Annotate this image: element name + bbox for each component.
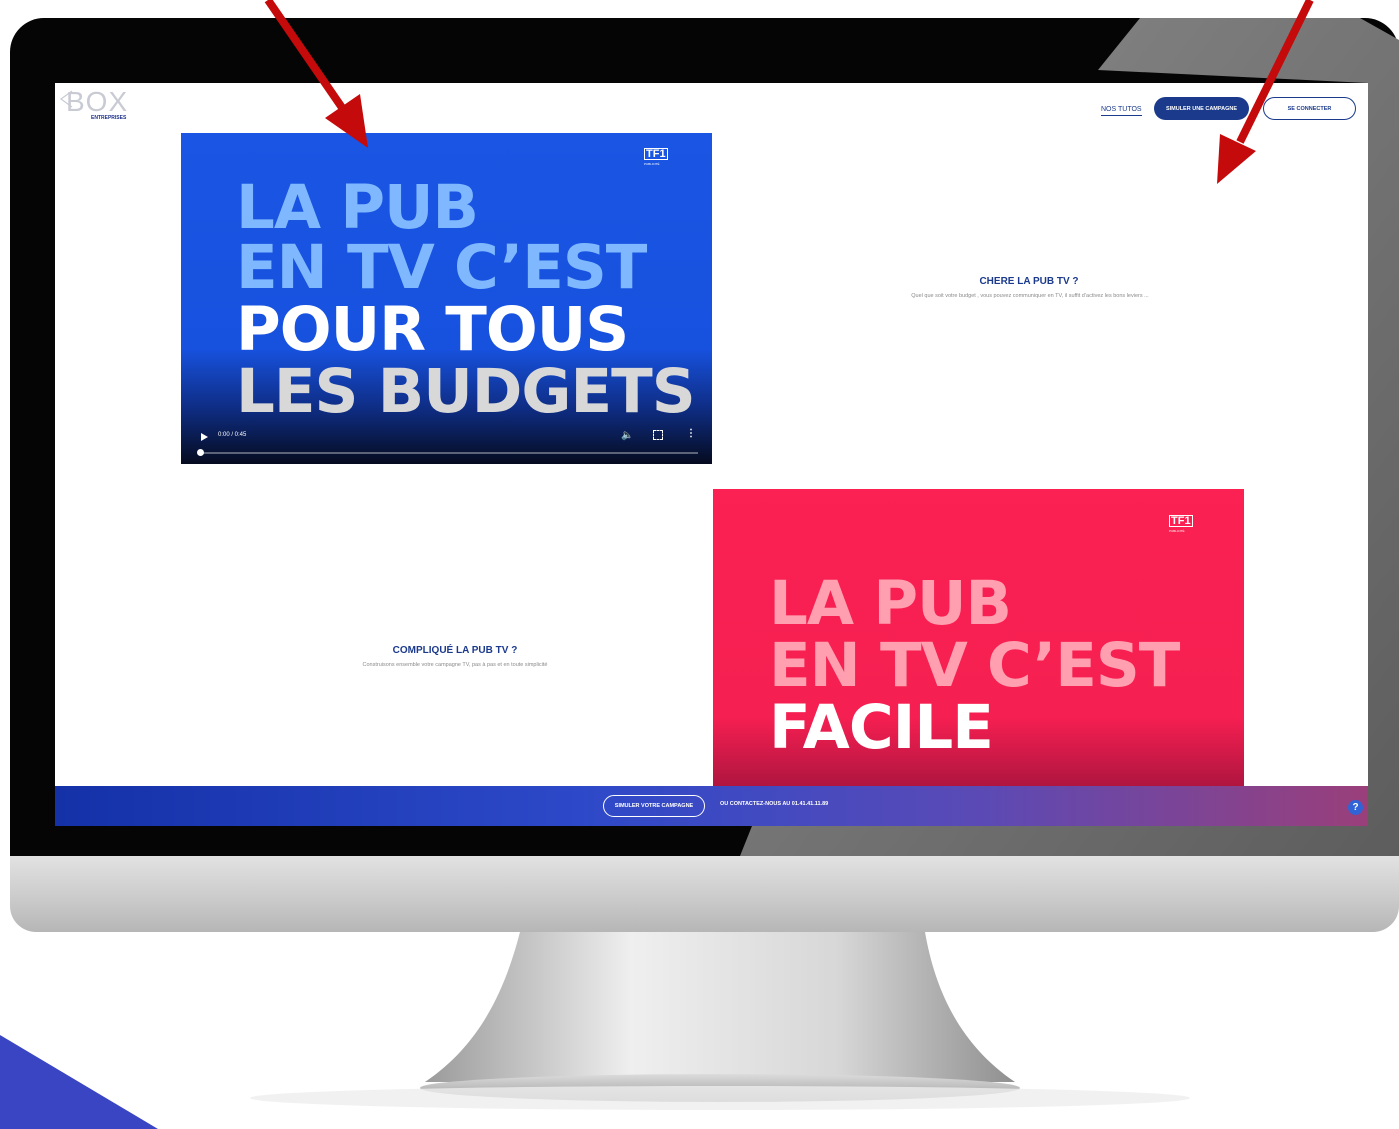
tf1-logo-subtitle: PUBLICITÉ bbox=[644, 162, 660, 166]
monitor-chin bbox=[10, 856, 1399, 932]
video1-line2: EN TV C’EST bbox=[236, 232, 647, 303]
help-icon[interactable]: ? bbox=[1348, 800, 1363, 815]
footer-contact-text: OU CONTACTEZ-NOUS AU 01.41.41.11.89 bbox=[720, 801, 829, 807]
video-player-facile[interactable]: TF1 PUBLICITÉ LA PUB EN TV C’EST FACILE bbox=[713, 489, 1244, 826]
corner-decoration bbox=[0, 1035, 158, 1129]
nav-tutos-link[interactable]: NOS TUTOS bbox=[1101, 106, 1142, 116]
tf1-logo-text: TF1 bbox=[644, 148, 668, 160]
video-player-budgets[interactable]: TF1 PUBLICITÉ LA PUB EN TV C’EST POUR TO… bbox=[181, 133, 712, 464]
section-complique-title: COMPLIQUÉ LA PUB TV ? bbox=[392, 645, 518, 656]
video-progress-knob[interactable] bbox=[197, 449, 204, 456]
logo-text: BOX bbox=[66, 86, 129, 117]
tf1-logo-text: TF1 bbox=[1169, 515, 1193, 527]
section-chere-description: Quel que soit votre budget , vous pouvez… bbox=[911, 293, 1149, 299]
video1-line1: LA PUB bbox=[236, 172, 479, 243]
video1-line4: LES BUDGETS bbox=[236, 356, 696, 427]
more-options-icon[interactable]: ⋮ bbox=[686, 428, 696, 439]
video1-line3: POUR TOUS bbox=[236, 294, 629, 365]
footer-simulate-button[interactable]: SIMULER VOTRE CAMPAGNE bbox=[603, 795, 705, 817]
video-progress-bar[interactable] bbox=[201, 452, 698, 454]
volume-icon[interactable]: 🔈 bbox=[621, 430, 633, 441]
play-icon[interactable] bbox=[201, 433, 208, 441]
screen: BOX ENTREPRISES NOS TUTOS SIMULER UNE CA… bbox=[55, 83, 1368, 826]
video2-line3: FACILE bbox=[769, 692, 994, 763]
tf1-logo: TF1 bbox=[644, 148, 669, 160]
login-button[interactable]: SE CONNECTER bbox=[1263, 97, 1356, 120]
simulate-campaign-button[interactable]: SIMULER UNE CAMPAGNE bbox=[1154, 97, 1249, 120]
tf1-logo: TF1 bbox=[1169, 515, 1194, 527]
section-complique-description: Construisons ensemble votre campagne TV,… bbox=[362, 662, 548, 668]
video2-line2: EN TV C’EST bbox=[769, 630, 1180, 701]
fullscreen-icon[interactable] bbox=[653, 430, 663, 440]
video-time: 0:00 / 0:45 bbox=[218, 432, 247, 438]
section-chere-title: CHERE LA PUB TV ? bbox=[979, 276, 1079, 287]
box-logo[interactable]: BOX ENTREPRISES bbox=[58, 85, 138, 125]
footer-bar: SIMULER VOTRE CAMPAGNE OU CONTACTEZ-NOUS… bbox=[55, 786, 1368, 826]
tf1-logo-subtitle: PUBLICITÉ bbox=[1169, 529, 1185, 533]
video-controls: 0:00 / 0:45 🔈 ⋮ bbox=[181, 424, 712, 464]
video2-line1: LA PUB bbox=[769, 568, 1012, 639]
logo-subtitle: ENTREPRISES bbox=[91, 115, 127, 121]
